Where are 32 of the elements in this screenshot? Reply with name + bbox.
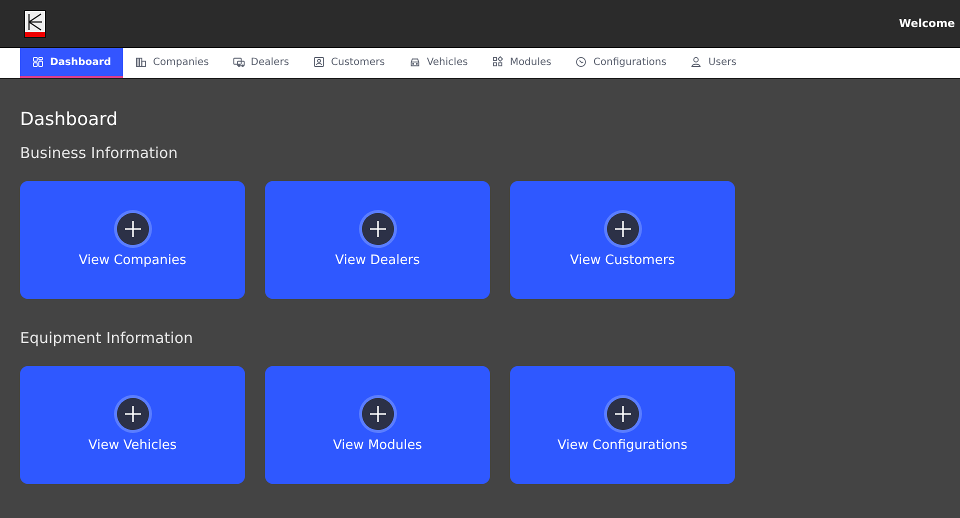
plus-icon	[606, 398, 638, 430]
plus-icon	[362, 212, 394, 244]
section-title: Business Information	[20, 144, 179, 162]
nav-tab[interactable]: Users	[678, 48, 748, 78]
logo-icon	[24, 10, 46, 38]
view-card[interactable]: View Modules	[265, 366, 490, 484]
user-icon	[690, 56, 702, 68]
section-title: Equipment Information	[20, 329, 194, 347]
nav-tab[interactable]: Dealers	[220, 48, 302, 78]
nav-tab[interactable]: Dashboard	[20, 48, 123, 78]
truck-icon	[232, 56, 245, 68]
view-card[interactable]: View Dealers	[265, 181, 490, 299]
nav-tab[interactable]: Configurations	[563, 48, 678, 78]
plus-icon	[116, 398, 148, 430]
plus-icon	[362, 398, 394, 430]
nav-tab[interactable]: Modules	[480, 48, 564, 78]
plus-icon	[606, 212, 638, 244]
view-card[interactable]: View Vehicles	[20, 366, 245, 484]
car-icon	[408, 56, 421, 68]
view-card[interactable]: View Customers	[510, 181, 735, 299]
page-title: Dashboard	[20, 109, 119, 130]
view-card[interactable]: View Configurations	[510, 366, 735, 484]
dashboard-icon	[32, 56, 44, 68]
id-card-icon	[313, 56, 326, 68]
nav-tab[interactable]: Companies	[123, 48, 221, 78]
welcome-text: Welcome	[899, 17, 955, 30]
grid-icon	[492, 56, 504, 68]
nav-tab[interactable]: Vehicles	[396, 48, 480, 78]
view-card[interactable]: View Companies	[20, 181, 245, 299]
plus-icon	[116, 212, 148, 244]
nav-tab[interactable]: Customers	[301, 48, 397, 78]
building-icon	[135, 56, 147, 68]
